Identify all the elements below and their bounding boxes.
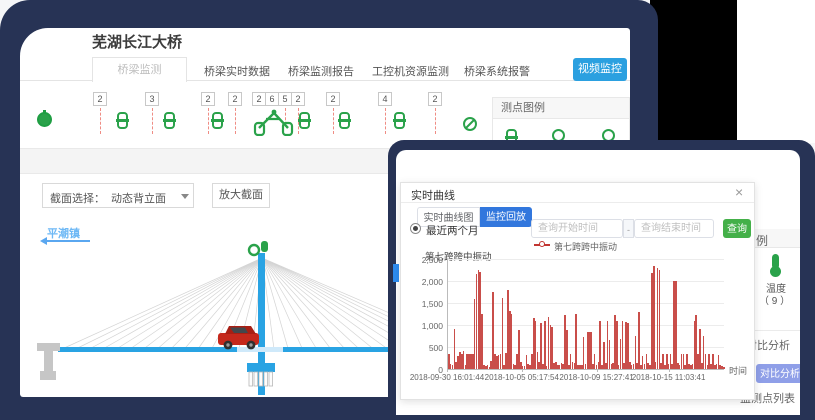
vibration-chart: 05001,0001,5002,0002,5002018-09-30 16:01… <box>401 183 756 401</box>
enlarge-section-label: 放大截面 <box>219 189 263 201</box>
sensor-count-badge: 2 <box>93 92 107 106</box>
thermometer-icon-bulb <box>770 266 781 277</box>
data-bar <box>616 321 618 369</box>
data-bar <box>653 266 655 369</box>
tab-ipc-resource-monitor[interactable]: 工控机资源监测 <box>372 63 449 79</box>
tab-bridge-realtime-data[interactable]: 桥梁实时数据 <box>204 63 270 79</box>
x-axis-tick-mark <box>522 369 523 372</box>
video-monitor-label: 视频监控 <box>578 63 622 75</box>
gridline <box>447 325 724 326</box>
section-select-label: 截面选择： <box>50 190 105 206</box>
chain-link-icon[interactable] <box>164 112 175 129</box>
data-bar <box>481 314 483 369</box>
screenshot-canvas: { "colors": { "navy_frame": "#273355", "… <box>0 0 815 420</box>
chain-link-icon[interactable] <box>394 112 405 129</box>
desktop-black-strip <box>650 0 737 143</box>
x-axis-tick-label: 2018-10-15 11:03:41 <box>632 373 706 382</box>
sensor-count-badge: 2 <box>428 92 442 106</box>
y-axis-tick-label: 2,500 <box>413 255 443 265</box>
gridline <box>447 303 724 304</box>
chain-link-icon[interactable] <box>117 112 128 129</box>
section-select[interactable]: 截面选择： 动态背立面 <box>42 183 194 208</box>
sensor-dash-line <box>235 108 236 134</box>
data-bar <box>723 367 725 369</box>
sensor-dash-line <box>208 108 209 134</box>
sensor-count-badge: 2 <box>228 92 242 106</box>
desktop-white-strip <box>737 0 815 143</box>
sensor-count-badge: 2 <box>252 92 266 106</box>
tab-label: 桥梁监测 <box>118 64 162 76</box>
y-axis-tick-label: 1,000 <box>413 321 443 331</box>
sensor-dash-line <box>333 108 334 134</box>
y-axis-tick-label: 1,500 <box>413 299 443 309</box>
x-axis-tick-mark <box>447 369 448 372</box>
chain-link-icon[interactable] <box>212 112 223 129</box>
legend-panel-title: 测点图例 <box>493 102 545 114</box>
tab-bridge-report[interactable]: 桥梁监测报告 <box>288 63 354 79</box>
enlarge-section-button[interactable]: 放大截面 <box>212 183 270 208</box>
chain-link-icon[interactable] <box>299 112 310 129</box>
x-axis-tick-mark <box>597 369 598 372</box>
x-axis-tick-label: 2018-10-05 05:17:54 <box>485 373 559 382</box>
scroll-indicator[interactable] <box>393 264 399 282</box>
y-axis-tick-label: 500 <box>413 343 443 353</box>
gridline <box>447 281 724 282</box>
pylon-pile-cap <box>247 363 275 372</box>
sensor-count-badge: 2 <box>201 92 215 106</box>
data-bar <box>622 321 624 369</box>
anemometer-icon <box>261 241 268 252</box>
gridline <box>447 259 724 260</box>
inspection-vehicle-icon[interactable] <box>252 106 296 136</box>
data-bar <box>659 270 661 369</box>
sensor-count-badge: 3 <box>145 92 159 106</box>
sensor-count-badge: 5 <box>278 92 292 106</box>
sensor-dash-line <box>435 108 436 134</box>
data-bar <box>540 323 542 369</box>
data-bar <box>575 314 577 369</box>
sensor-count-badge: 2 <box>291 92 305 106</box>
legend-panel-header: 测点图例 <box>493 98 629 119</box>
sensor-dash-line <box>100 108 101 134</box>
realtime-curve-modal: 实时曲线 × 实时曲线图 监控回放 最近两个月 查询开始时间 - 查询结束时间 … <box>400 182 755 400</box>
data-bar <box>638 312 640 369</box>
data-bar <box>544 321 546 369</box>
data-bar <box>566 330 568 369</box>
stopwatch-icon[interactable] <box>37 112 52 127</box>
no-entry-icon[interactable] <box>463 117 477 131</box>
tab-bridge-monitor[interactable]: 桥梁监测 <box>92 57 187 82</box>
page-title: 芜湖长江大桥 <box>92 31 182 52</box>
compare-analysis-button[interactable]: 对比分析 <box>756 364 800 383</box>
x-axis-tick-label: 2018-09-30 16:01:44 <box>410 373 484 382</box>
y-axis-line <box>447 259 448 369</box>
chevron-down-icon <box>181 194 189 199</box>
x-axis-tick-label: 2018-10-09 15:27:41 <box>559 373 633 382</box>
x-axis-tick-mark <box>669 369 670 372</box>
sensor-count-badge: 6 <box>265 92 279 106</box>
chain-link-icon[interactable] <box>339 112 350 129</box>
x-axis-line <box>447 369 724 370</box>
data-bar <box>502 298 504 369</box>
sensor-count-badge: 2 <box>326 92 340 106</box>
section-select-value: 动态背立面 <box>111 190 166 206</box>
rotation-sensor-icon <box>249 245 259 255</box>
car <box>218 326 259 349</box>
data-bar <box>511 314 513 369</box>
x-axis-title: 时间 <box>729 364 747 377</box>
gridline <box>447 347 724 348</box>
video-monitor-button[interactable]: 视频监控 <box>573 58 627 81</box>
data-bar <box>599 321 601 369</box>
temperature-count: （ 9 ） <box>759 292 790 307</box>
pile-group <box>249 372 273 386</box>
bridge-deck-highlight <box>237 347 283 352</box>
tab-bridge-alarm[interactable]: 桥梁系统报警 <box>464 63 530 79</box>
y-axis-tick-label: 2,000 <box>413 277 443 287</box>
left-abutment <box>37 343 60 380</box>
sensor-count-badge: 4 <box>378 92 392 106</box>
sensor-dash-line <box>385 108 386 134</box>
data-bar <box>675 281 677 369</box>
compare-analysis-label: 对比分析 <box>760 369 800 380</box>
sensor-dash-line <box>152 108 153 134</box>
